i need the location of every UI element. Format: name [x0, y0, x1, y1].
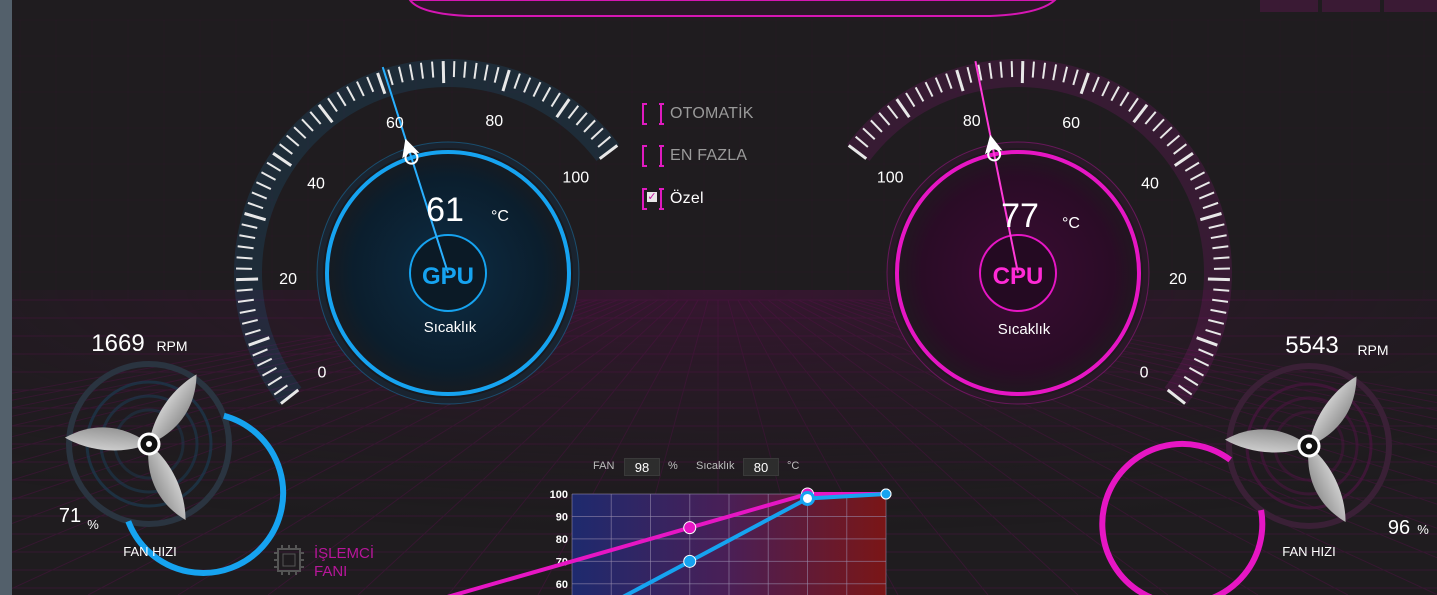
cpu-dial-tick-label: 0 [1140, 365, 1149, 382]
gpu-dial-tick [463, 61, 467, 78]
cpu-fan-percent-unit: % [1417, 522, 1429, 537]
cpu-fan-rpm: 5543 [1285, 332, 1338, 359]
gpu-dial-tick [431, 61, 435, 78]
cpu-temp-unit: °C [1062, 215, 1080, 232]
gpu-dial-tick-label: 40 [307, 176, 325, 193]
gpu-dial-tick-label: 0 [317, 365, 326, 382]
curve-fan-label: FAN [593, 460, 615, 472]
gpu-temp-unit: °C [491, 208, 509, 225]
checkmark-icon: ✓ [647, 191, 657, 203]
cpu-fan-percent: 96 [1388, 517, 1410, 539]
checkbox-icon[interactable] [642, 145, 662, 167]
window-edge [0, 0, 12, 595]
gpu-dial-tick-label: 60 [386, 115, 404, 132]
gpu-dial-tick [236, 288, 253, 292]
cpu-dial-tick [1207, 277, 1230, 282]
fan-control-panel: 61 °C GPU Sıcaklık 0 20 40 60 80 100 77 °C CP… [0, 0, 1437, 595]
gpu-dial-tick-label: 100 [562, 170, 589, 187]
checkbox-icon[interactable]: ✓ [642, 188, 662, 210]
cpu-dial-tick [1031, 61, 1035, 78]
cpu-temp-label: Sıcaklık [998, 321, 1051, 338]
chart-y-tick-label: 90 [556, 511, 568, 523]
chart-point[interactable] [880, 488, 892, 500]
chart-y-tick-label: 100 [550, 489, 568, 501]
mode-option-maximum[interactable]: EN FAZLA [642, 142, 747, 170]
cpu-dial-tick [1213, 256, 1230, 260]
curve-fan-unit: % [668, 460, 678, 472]
gpu-temp-value: 61 [426, 191, 464, 229]
cpu-dial-tick-label: 20 [1169, 271, 1187, 288]
chart-point[interactable] [683, 521, 697, 535]
gpu-fan-rpm-unit: RPM [156, 338, 187, 354]
cpu-dial-tick-label: 80 [963, 113, 981, 130]
gpu-dial-tick [236, 277, 259, 282]
header-bar [408, 0, 1057, 17]
cpu-fan-label: FAN HIZI [1282, 544, 1335, 559]
window-button[interactable] [1384, 0, 1437, 12]
cpu-label: CPU [993, 263, 1044, 290]
mode-option-automatic[interactable]: OTOMATİK [642, 100, 754, 128]
mode-option-custom[interactable]: ✓ Özel [642, 185, 704, 213]
cpu-dial-tick-label: 40 [1141, 176, 1159, 193]
cpu-temp-value: 77 [1001, 197, 1039, 235]
cpu-dial-tick [1213, 288, 1230, 292]
gpu-temp-label: Sıcaklık [424, 319, 477, 336]
cpu-dial-tick-label: 100 [877, 170, 904, 187]
gpu-dial-tick-label: 20 [279, 271, 297, 288]
curve-temp-value-input[interactable]: 80 [743, 458, 779, 476]
gpu-fan-rpm: 1669 [91, 330, 144, 357]
curve-temp-label: Sıcaklık [696, 460, 735, 472]
processor-fan-label: FANI [314, 563, 347, 580]
gpu-dial-tick [236, 256, 253, 260]
gpu-fan-percent: 71 [59, 505, 81, 527]
gpu-dial-tick-label: 80 [485, 113, 503, 130]
cpu-dial-tick [999, 61, 1003, 78]
curve-fan-value-input[interactable]: 98 [624, 458, 660, 476]
window-button[interactable] [1322, 0, 1380, 12]
chart-y-tick-label: 60 [556, 579, 568, 591]
processor-fan-label: İŞLEMCİ [314, 544, 374, 562]
cpu-fan-rpm-unit: RPM [1357, 342, 1388, 358]
curve-temp-unit: °C [787, 460, 800, 472]
gpu-fan-percent-unit: % [87, 517, 99, 532]
chart-y-tick-label: 80 [556, 534, 568, 546]
gpu-fan-label: FAN HIZI [123, 544, 176, 559]
chart-point[interactable] [800, 490, 815, 506]
cpu-dial-tick-label: 60 [1062, 115, 1080, 132]
gpu-label: GPU [422, 263, 474, 290]
chart-point[interactable] [683, 554, 697, 568]
window-button[interactable] [1260, 0, 1318, 12]
checkbox-icon[interactable] [642, 103, 662, 125]
